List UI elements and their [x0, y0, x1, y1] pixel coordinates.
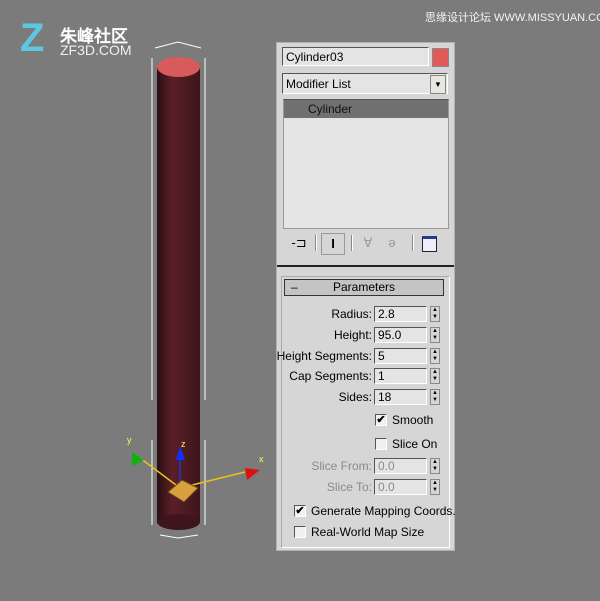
pin-stack-icon[interactable]: -⊐: [289, 233, 309, 253]
sides-input[interactable]: 18: [374, 389, 427, 405]
slice-to-input[interactable]: 0.0: [374, 479, 427, 495]
panel-separator: [277, 265, 454, 267]
radius-spinner[interactable]: ▲ ▼: [430, 306, 440, 322]
slice-to-spinner[interactable]: ▲ ▼: [430, 479, 440, 495]
z-axis-label: z: [181, 439, 186, 449]
height-segments-spinner[interactable]: ▲ ▼: [430, 348, 440, 364]
make-unique-icon[interactable]: ∀: [359, 233, 377, 253]
generate-mapping-label: Generate Mapping Coords.: [311, 504, 456, 518]
smooth-label: Smooth: [392, 413, 434, 427]
y-axis-label: y: [127, 435, 132, 445]
show-end-result-icon[interactable]: I: [321, 233, 345, 255]
object-color-swatch[interactable]: [432, 48, 449, 67]
modifier-list-label: Modifier List: [286, 77, 351, 91]
configure-modifier-sets-icon[interactable]: [421, 233, 437, 253]
slice-to-label: Slice To:: [326, 480, 372, 494]
x-axis-arrow-icon: [245, 468, 260, 480]
remove-modifier-icon[interactable]: ə: [383, 233, 401, 253]
command-panel: Cylinder03 Modifier List ▼ Cylinder -⊐ I…: [276, 42, 456, 551]
slice-from-input[interactable]: 0.0: [374, 458, 427, 474]
chevron-down-icon[interactable]: ▼: [430, 75, 446, 94]
modifier-list-dropdown[interactable]: Modifier List ▼: [282, 73, 448, 94]
parameters-rollout-header[interactable]: – Parameters: [284, 279, 444, 296]
x-axis-label: x: [259, 454, 264, 464]
slice-on-checkbox[interactable]: [375, 438, 387, 450]
generate-mapping-checkbox[interactable]: ✔: [294, 505, 306, 517]
height-segments-input[interactable]: 5: [374, 348, 427, 364]
watermark-right: 思缘设计论坛 WWW.MISSYUAN.COM: [425, 12, 600, 24]
cap-segments-label: Cap Segments:: [289, 369, 372, 383]
slice-from-label: Slice From:: [311, 459, 372, 473]
object-name-input[interactable]: Cylinder03: [282, 47, 429, 66]
divider: [351, 235, 353, 251]
real-world-map-size-label: Real-World Map Size: [311, 525, 425, 539]
divider: [412, 235, 414, 251]
height-spinner[interactable]: ▲ ▼: [430, 327, 440, 343]
smooth-checkbox[interactable]: ✔: [375, 414, 387, 426]
y-axis-arrow-icon: [132, 452, 144, 466]
slice-on-label: Slice On: [392, 437, 438, 451]
rollout-title: Parameters: [332, 280, 396, 294]
radius-input[interactable]: 2.8: [374, 306, 427, 322]
height-label: Height:: [333, 328, 372, 342]
real-world-map-size-checkbox[interactable]: [294, 526, 306, 538]
radius-label: Radius:: [331, 307, 372, 321]
stack-item-cylinder[interactable]: Cylinder: [284, 100, 448, 118]
cap-segments-input[interactable]: 1: [374, 368, 427, 384]
cap-segments-spinner[interactable]: ▲ ▼: [430, 368, 440, 384]
divider: [315, 235, 317, 251]
sides-spinner[interactable]: ▲ ▼: [430, 389, 440, 405]
watermark-left-en: ZF3D.COM: [60, 42, 132, 58]
height-input[interactable]: 95.0: [374, 327, 427, 343]
logo: Z: [20, 16, 45, 60]
sides-label: Sides:: [338, 390, 372, 404]
stack-item-label: Cylinder: [308, 102, 353, 116]
modifier-stack-list[interactable]: Cylinder: [283, 99, 449, 229]
height-segments-label: Height Segments:: [276, 349, 372, 363]
slice-from-spinner[interactable]: ▲ ▼: [430, 458, 440, 474]
